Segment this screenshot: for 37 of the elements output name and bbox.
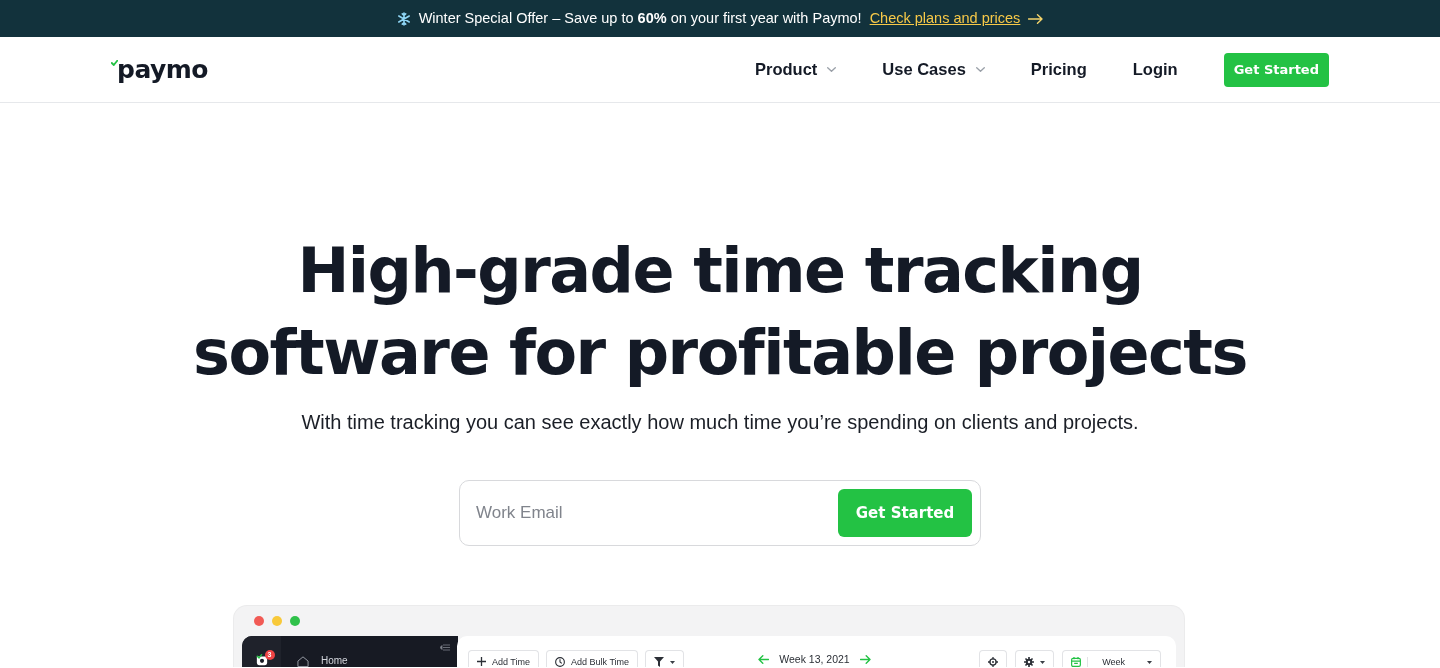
arrow-right-icon: [1028, 13, 1044, 24]
caret-icon: [1040, 661, 1046, 664]
promo-link[interactable]: Check plans and prices: [869, 7, 1021, 30]
target-icon: [988, 657, 999, 667]
nav-link[interactable]: Login: [1132, 57, 1178, 82]
clock-icon: [555, 657, 566, 667]
plus-icon: [477, 657, 486, 666]
window-dot-icon: [254, 616, 264, 626]
sidebar-item[interactable]: Home: [297, 655, 458, 667]
week-label: Week 13, 2021: [779, 653, 850, 665]
window-dot-icon: [290, 616, 300, 626]
hero-subtitle: With time tracking you can see exactly how much time you’re spending on clients and projects.: [300, 410, 1140, 435]
collapse-icon: [440, 644, 450, 651]
add-time-button[interactable]: Add Time: [468, 650, 540, 667]
hero-heading: High-grade time tracking software for profitable projects: [192, 233, 1248, 391]
filter-icon: [654, 657, 665, 667]
snowflake-icon: [396, 11, 411, 26]
email-field[interactable]: Work Email: [460, 489, 838, 537]
promo-message: Winter Special Offer – Save up to 60% on your first year with Paymo!: [418, 8, 862, 28]
nav-link[interactable]: Use Cases: [882, 57, 985, 82]
caret-icon: [1147, 661, 1152, 664]
calendar-icon: [1071, 657, 1082, 667]
view-select-button[interactable]: Week: [1062, 650, 1161, 667]
nav-link[interactable]: Product: [755, 57, 837, 82]
add-bulk-time-button[interactable]: Add Bulk Time: [546, 650, 639, 667]
nav-link[interactable]: Pricing: [1030, 57, 1087, 82]
caret-icon: [670, 661, 676, 664]
home-icon: [297, 655, 309, 667]
arrow-right-icon: [859, 654, 871, 664]
check-icon: [111, 60, 118, 66]
window-dot-icon: [272, 616, 282, 626]
settings-button[interactable]: [1015, 650, 1055, 667]
gear-icon: [1024, 657, 1035, 667]
logo-link[interactable]: paymo: [111, 57, 209, 82]
filter-button[interactable]: [645, 650, 685, 667]
locate-button[interactable]: [979, 650, 1008, 667]
arrow-left-icon: [758, 654, 770, 664]
